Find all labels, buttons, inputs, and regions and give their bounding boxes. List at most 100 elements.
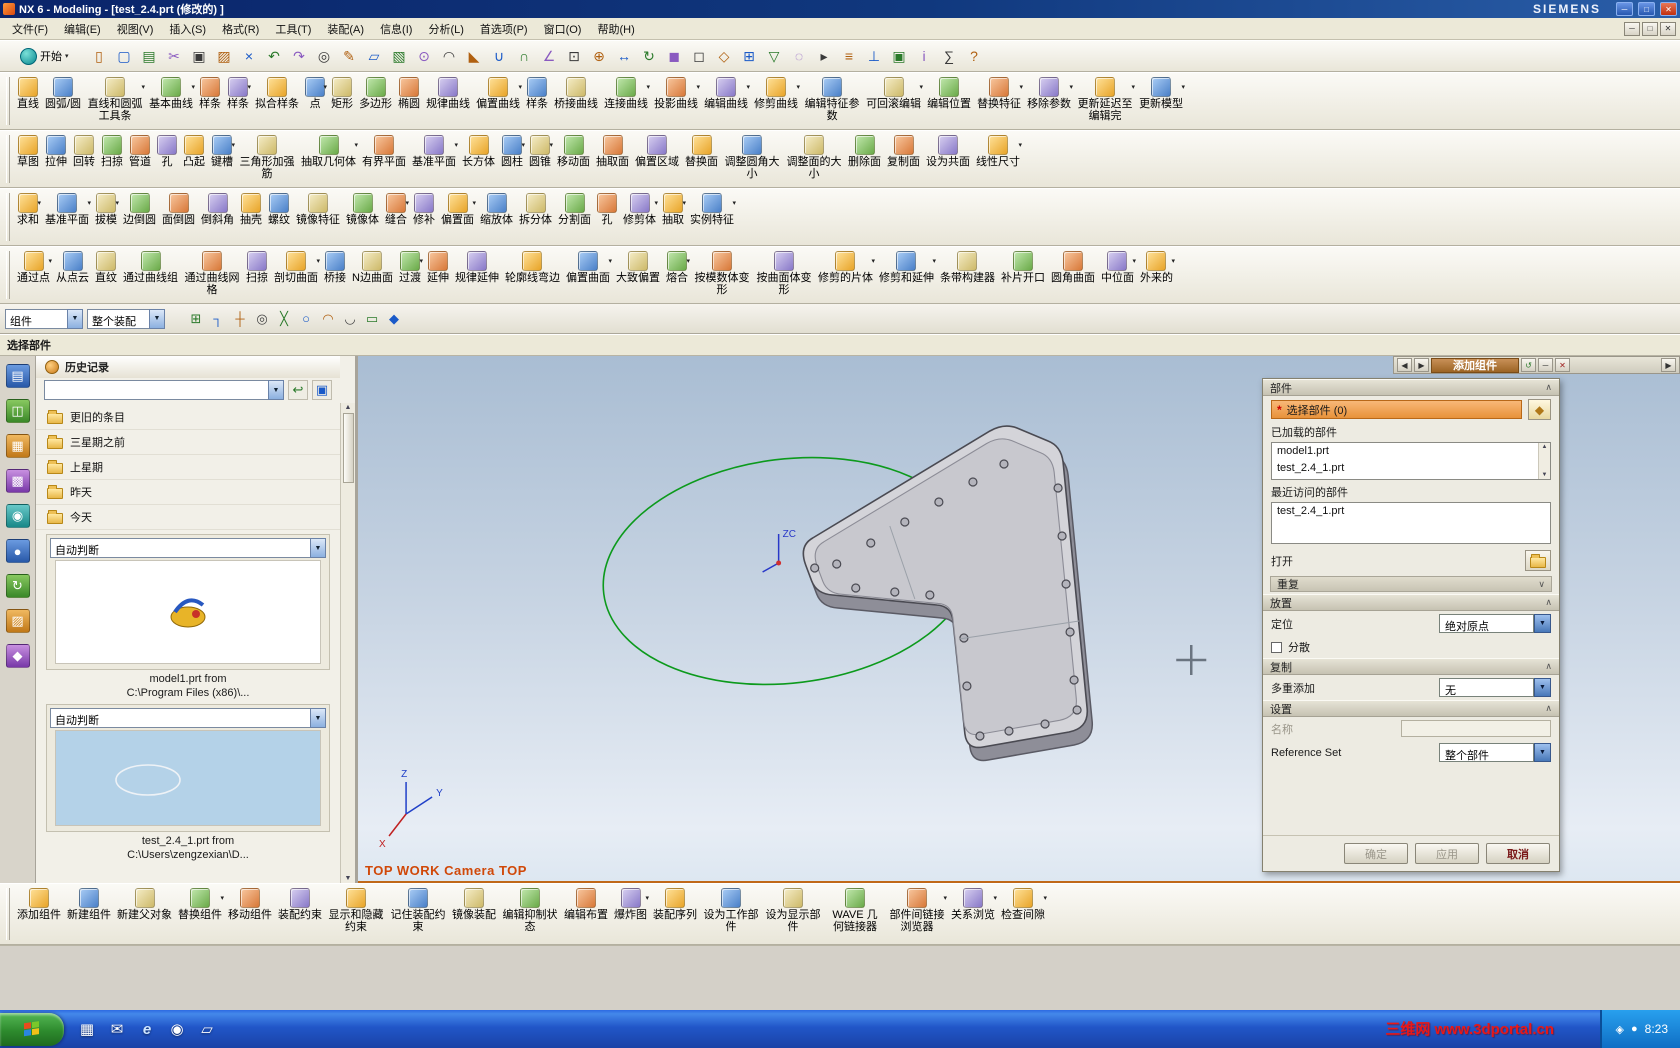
multiple-add-dropdown[interactable]: 无 ▼ bbox=[1439, 678, 1551, 697]
toolbar-button[interactable]: 装配约束 bbox=[275, 885, 325, 943]
mdi-restore-button[interactable]: □ bbox=[1642, 21, 1658, 36]
history-entry-filter-dropdown[interactable]: 自动判断 ▼ bbox=[50, 708, 326, 728]
toolbar-button[interactable]: 扫掠 bbox=[98, 132, 126, 186]
dialog-reset-button[interactable]: ↺ bbox=[1521, 358, 1536, 372]
toolbar-button[interactable]: 修补 bbox=[410, 190, 438, 244]
positioning-dropdown[interactable]: 绝对原点 ▼ bbox=[1439, 614, 1551, 633]
information-icon[interactable]: i bbox=[912, 44, 937, 68]
list-scrollbar[interactable]: ▲ ▼ bbox=[1538, 443, 1550, 479]
selection-filter-icon[interactable]: ▽ bbox=[762, 44, 787, 68]
save-icon[interactable]: ▤ bbox=[137, 44, 162, 68]
toolbar-button[interactable]: ▾ 通过点 bbox=[14, 248, 53, 302]
toolbar-button[interactable]: ▾ 缝合 bbox=[382, 190, 410, 244]
toolbar-button[interactable]: 直线 bbox=[14, 74, 42, 128]
delete-icon[interactable]: × bbox=[237, 44, 262, 68]
toolbar-button[interactable]: 大致偏置 bbox=[613, 248, 663, 302]
hd3d-tools-icon[interactable]: ◉ bbox=[5, 504, 30, 528]
toolbar-button[interactable]: 记住装配约束 bbox=[387, 885, 449, 943]
menu-item[interactable]: 首选项(P) bbox=[472, 18, 536, 40]
zoom-icon[interactable]: ⊕ bbox=[587, 44, 612, 68]
quadrant-snap-icon[interactable]: ○ bbox=[295, 308, 317, 330]
ime-tray-icon[interactable]: ● bbox=[1631, 1023, 1638, 1035]
menu-item[interactable]: 帮助(H) bbox=[589, 18, 642, 40]
part-select-icon-button[interactable]: ◆ bbox=[1528, 399, 1551, 420]
maximize-button[interactable]: □ bbox=[1638, 2, 1655, 16]
paste-icon[interactable]: ▨ bbox=[212, 44, 237, 68]
collapse-icon[interactable]: ∧ bbox=[1545, 661, 1552, 672]
toolbar-button[interactable]: 分割面 bbox=[555, 190, 594, 244]
move-object-icon[interactable]: ▸ bbox=[812, 44, 837, 68]
history-preview-toggle-button[interactable]: ▣ bbox=[312, 380, 332, 400]
unite-icon[interactable]: ∪ bbox=[487, 44, 512, 68]
datum-plane-icon[interactable]: ▱ bbox=[362, 44, 387, 68]
pan-icon[interactable]: ↔ bbox=[612, 44, 637, 68]
toolbar-button[interactable]: ▾ 抽取几何体 bbox=[298, 132, 359, 186]
toolbar-button[interactable]: 通过曲线组 bbox=[120, 248, 181, 302]
constraints-icon[interactable]: ⊥ bbox=[862, 44, 887, 68]
ie-icon[interactable]: e bbox=[134, 1016, 160, 1042]
toolbar-button[interactable]: ▾ 点 bbox=[302, 74, 328, 128]
close-button[interactable]: ✕ bbox=[1660, 2, 1677, 16]
chevron-down-icon[interactable]: ▼ bbox=[67, 308, 83, 329]
toolbar-button[interactable]: ▾ 修剪曲线 bbox=[751, 74, 801, 128]
dialog-minimize-button[interactable]: ─ bbox=[1538, 358, 1553, 372]
toolbar-button[interactable]: ▾ 线性尺寸 bbox=[973, 132, 1023, 186]
open-icon[interactable]: ▢ bbox=[112, 44, 137, 68]
toolbar-button[interactable]: 轮廓线弯边 bbox=[502, 248, 563, 302]
toolbar-grip[interactable] bbox=[6, 77, 10, 125]
toolbar-button[interactable]: 编辑特征参数 bbox=[801, 74, 863, 128]
minimize-button[interactable]: ─ bbox=[1616, 2, 1633, 16]
part-navigator-icon[interactable]: ▦ bbox=[5, 434, 30, 458]
toolbar-button[interactable]: ▾ 圆锥 bbox=[526, 132, 554, 186]
toolbar-button[interactable]: 拉伸 bbox=[42, 132, 70, 186]
chevron-down-icon[interactable]: ▼ bbox=[149, 308, 165, 329]
window-icon[interactable]: ▣ bbox=[887, 44, 912, 68]
duplicate-subsection-header[interactable]: 重复 ∨ bbox=[1270, 576, 1552, 592]
dialog-forward-button[interactable]: ▶ bbox=[1414, 358, 1429, 372]
toolbar-button[interactable]: 编辑抑制状态 bbox=[499, 885, 561, 943]
toolbar-button[interactable]: 镜像装配 bbox=[449, 885, 499, 943]
chamfer-icon[interactable]: ◣ bbox=[462, 44, 487, 68]
analysis-icon[interactable]: ∑ bbox=[937, 44, 962, 68]
toolbar-button[interactable]: N边曲面 bbox=[349, 248, 396, 302]
toolbar-button[interactable]: ▾ 偏置面 bbox=[438, 190, 477, 244]
menu-item[interactable]: 格式(R) bbox=[214, 18, 267, 40]
toolbar-button[interactable]: 调整圆角大小 bbox=[721, 132, 783, 186]
apply-button[interactable]: 应用 bbox=[1415, 843, 1479, 864]
toolbar-button[interactable]: 设为显示部件 bbox=[762, 885, 824, 943]
toolbar-button[interactable]: ▾ 基准平面 bbox=[42, 190, 92, 244]
toolbar-button[interactable]: 复制面 bbox=[884, 132, 923, 186]
wireframe-view-icon[interactable]: ◻ bbox=[687, 44, 712, 68]
toolbar-button[interactable]: 圆弧/圆 bbox=[42, 74, 84, 128]
toolbar-button[interactable]: 移动面 bbox=[554, 132, 593, 186]
toolbar-button[interactable]: ▾ 替换组件 bbox=[175, 885, 225, 943]
chevron-down-icon[interactable]: ▼ bbox=[310, 708, 326, 728]
intersection-snap-icon[interactable]: ╳ bbox=[273, 308, 295, 330]
toolbar-button[interactable]: ▾ 基本曲线 bbox=[146, 74, 196, 128]
toolbar-button[interactable]: 新建父对象 bbox=[114, 885, 175, 943]
toolbar-button[interactable]: ▾ 可回滚编辑 bbox=[863, 74, 924, 128]
toolbar-button[interactable]: ▾ 替换特征 bbox=[974, 74, 1024, 128]
mail-icon[interactable]: ✉ bbox=[104, 1016, 130, 1042]
toolbar-button[interactable]: 面倒圆 bbox=[159, 190, 198, 244]
selection-scope-dropdown[interactable]: 整个装配 ▼ bbox=[87, 308, 165, 329]
toolbar-button[interactable]: ▾ 键槽 bbox=[208, 132, 236, 186]
toolbar-button[interactable]: 设为工作部件 bbox=[700, 885, 762, 943]
toolbar-button[interactable]: ▾ 偏置曲面 bbox=[563, 248, 613, 302]
toolbar-button[interactable]: 三角形加强筋 bbox=[236, 132, 298, 186]
collapse-icon[interactable]: ∧ bbox=[1545, 597, 1552, 608]
toolbar-button[interactable]: 多边形 bbox=[356, 74, 395, 128]
toolbar-button[interactable]: ▾ 剖切曲面 bbox=[271, 248, 321, 302]
toolbar-button[interactable]: 编辑位置 bbox=[924, 74, 974, 128]
toolbar-button[interactable]: 草图 bbox=[14, 132, 42, 186]
graphics-window[interactable]: ZC Z Y X TOP WORK Camera TOP ◀ ▶ 添加组件 ↺ … bbox=[358, 356, 1680, 883]
toolbar-button[interactable]: 新建组件 bbox=[64, 885, 114, 943]
toolbar-button[interactable]: 添加组件 bbox=[14, 885, 64, 943]
settings-section-header[interactable]: 设置 ∧ bbox=[1263, 700, 1559, 717]
toolbar-button[interactable]: 长方体 bbox=[459, 132, 498, 186]
toolbar-button[interactable]: ▾ 实例特征 bbox=[687, 190, 737, 244]
menu-item[interactable]: 视图(V) bbox=[109, 18, 162, 40]
menu-item[interactable]: 编辑(E) bbox=[56, 18, 109, 40]
toolbar-button[interactable]: 椭圆 bbox=[395, 74, 423, 128]
toolbar-button[interactable]: 编辑布置 bbox=[561, 885, 611, 943]
